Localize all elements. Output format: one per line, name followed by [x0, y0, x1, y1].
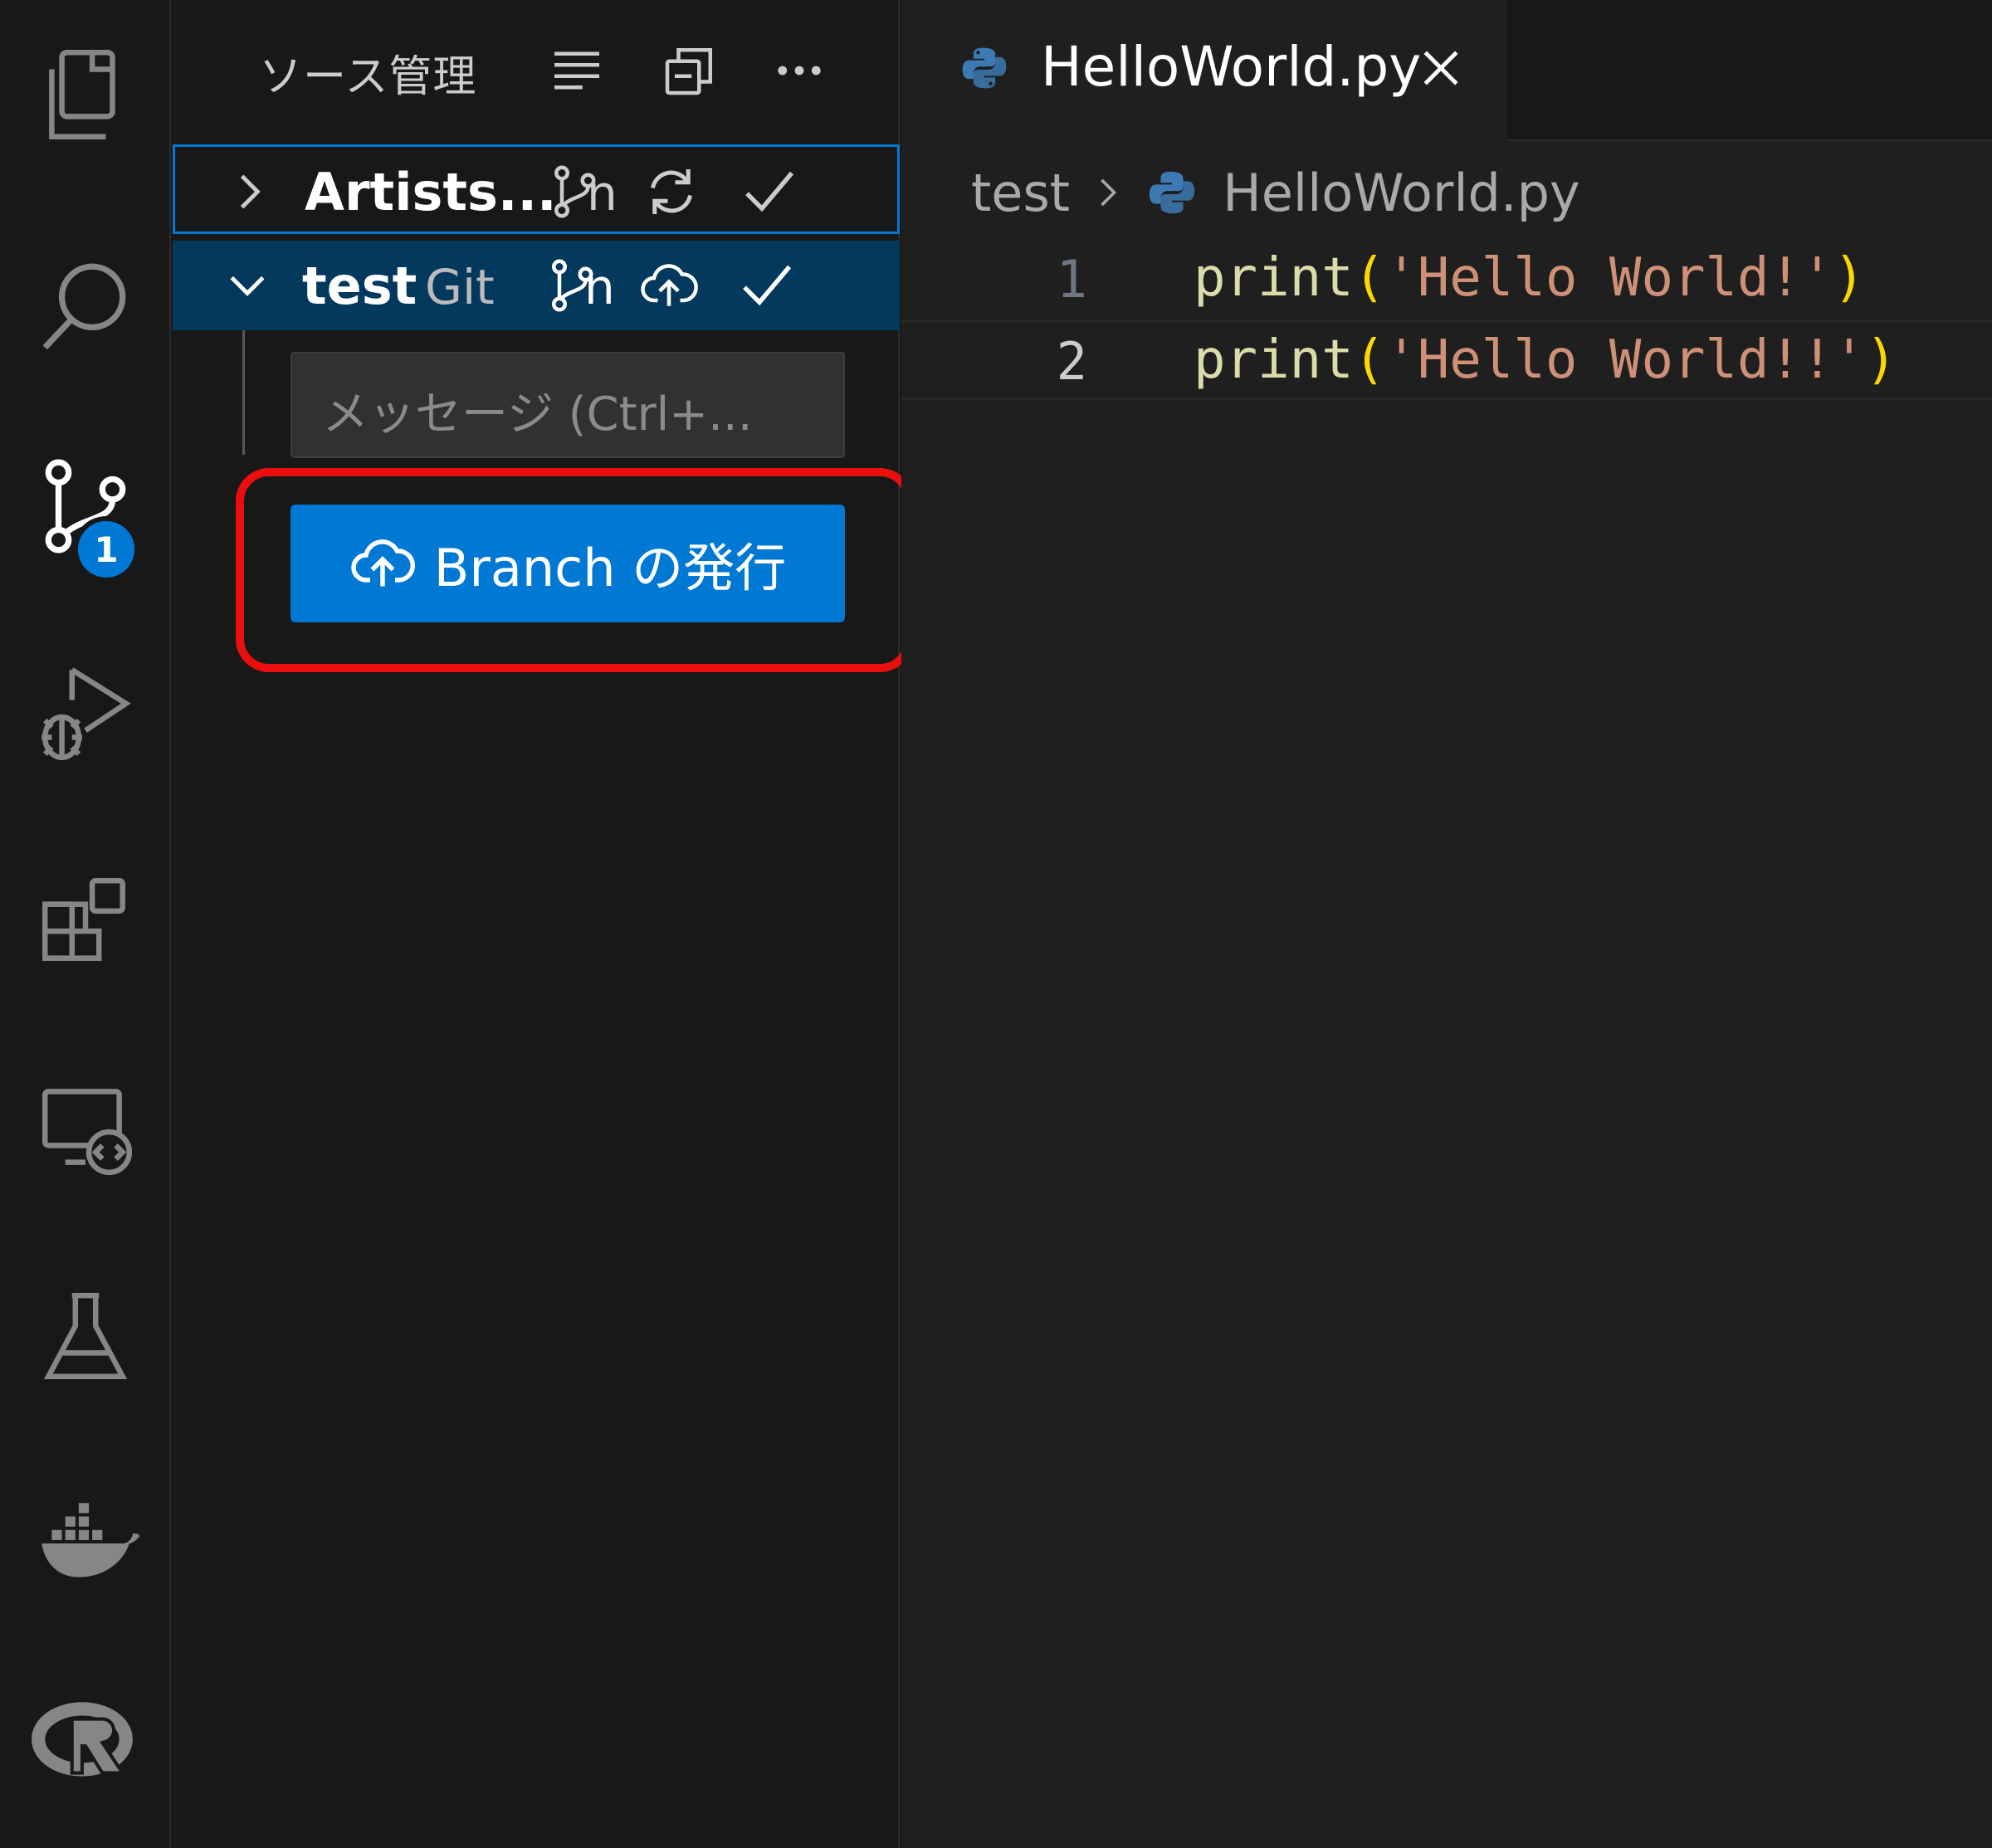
activity-bar: 1: [0, 0, 171, 1848]
code-text: print('Hello World!!'): [1194, 329, 1897, 391]
repository-name: Artists...: [305, 162, 557, 222]
source-control-panel: ソース管理 Artists... n test Git n メッセージ (Ctr…: [173, 0, 913, 1848]
code-line[interactable]: 1 print('Hello World!'): [901, 239, 1992, 319]
commit-message-input[interactable]: メッセージ (Ctrl+...: [290, 352, 845, 458]
commit-check-icon[interactable]: [740, 162, 799, 222]
sync-icon[interactable]: [642, 162, 701, 222]
breadcrumb: test HelloWorld.py: [971, 159, 1580, 226]
code-line-active[interactable]: 2 print('Hello World!!'): [901, 320, 1992, 400]
run-debug-icon[interactable]: [0, 639, 171, 788]
tree-indent-guide: [242, 330, 245, 455]
search-icon[interactable]: [0, 232, 171, 382]
editor-area: HelloWorld.py test HelloWorld.py 1 print…: [901, 0, 1992, 1848]
repository-name: test: [302, 256, 417, 316]
breadcrumb-folder[interactable]: test: [971, 163, 1070, 223]
tab-bar: HelloWorld.py: [901, 0, 1992, 141]
breadcrumb-file[interactable]: HelloWorld.py: [1223, 163, 1580, 223]
line-number: 2: [1056, 331, 1087, 392]
tab-label: HelloWorld.py: [1041, 35, 1422, 99]
python-file-icon: [962, 47, 1007, 89]
cloud-upload-icon: [351, 539, 415, 587]
commit-check-icon[interactable]: [737, 256, 797, 315]
close-icon[interactable]: [1416, 43, 1466, 93]
chevron-right-icon: [1101, 178, 1117, 207]
cloud-upload-icon[interactable]: [639, 256, 699, 315]
explorer-icon[interactable]: [0, 22, 171, 171]
remote-explorer-icon[interactable]: [0, 1054, 171, 1203]
extensions-icon[interactable]: [0, 846, 171, 996]
code-text: print('Hello World!'): [1194, 247, 1866, 309]
panel-title: ソース管理: [259, 52, 477, 102]
testing-icon[interactable]: [0, 1261, 171, 1411]
repository-row-artists[interactable]: Artists... n: [173, 144, 900, 234]
tab-helloworld[interactable]: HelloWorld.py: [901, 0, 1507, 141]
view-as-list-icon[interactable]: [540, 33, 614, 108]
line-number: 1: [1056, 249, 1087, 310]
r-icon[interactable]: [0, 1668, 171, 1817]
collapse-all-icon[interactable]: [652, 33, 727, 108]
repository-provider: Git: [425, 259, 495, 315]
source-control-badge: 1: [73, 516, 139, 583]
chevron-down-icon: [230, 275, 265, 296]
docker-icon[interactable]: [0, 1469, 171, 1618]
chevron-right-icon: [240, 174, 261, 209]
publish-branch-button[interactable]: Branch の発行: [290, 505, 845, 622]
branch-label: n: [587, 165, 618, 222]
python-file-icon: [1149, 171, 1195, 214]
more-actions-icon[interactable]: [762, 33, 837, 108]
repository-row-test[interactable]: test Git n: [173, 241, 900, 330]
branch-label: n: [584, 259, 615, 315]
publish-branch-label: Branch の発行: [433, 538, 787, 598]
